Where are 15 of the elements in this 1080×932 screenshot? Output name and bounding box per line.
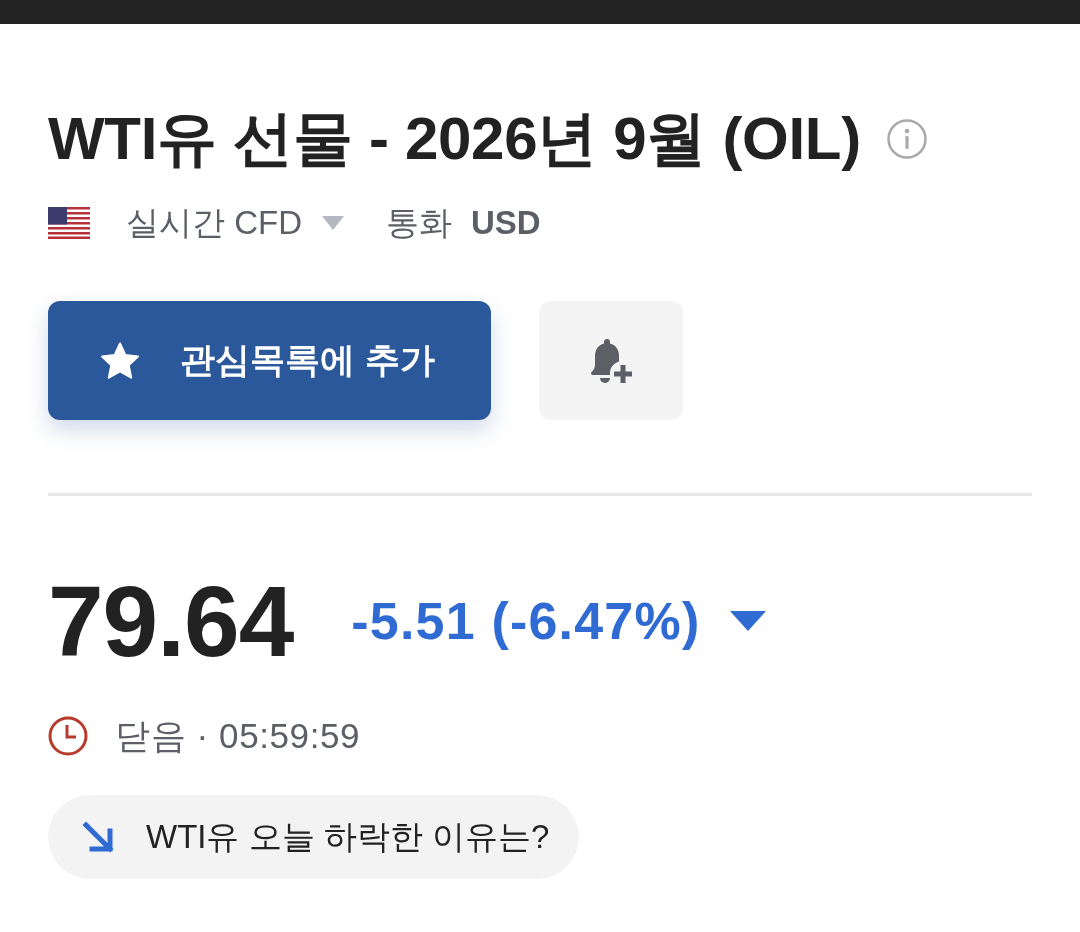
price-value: 79.64 (48, 571, 294, 671)
info-icon[interactable] (886, 119, 927, 159)
caret-icon[interactable] (322, 216, 344, 230)
flag-icon (48, 207, 90, 239)
star-icon (100, 341, 140, 380)
currency-value: USD (471, 204, 541, 242)
add-alert-button[interactable] (539, 301, 683, 420)
insight-link[interactable]: WTI유 오늘 하락한 이유는? (48, 795, 580, 879)
currency-label: 통화 (386, 202, 452, 243)
market-type[interactable]: 실시간 CFD (126, 200, 302, 246)
add-to-watchlist-button[interactable]: 관심목록에 추가 (48, 301, 491, 420)
price-change: -5.51 (-6.47%) (351, 591, 701, 651)
clock-icon (48, 716, 88, 756)
instrument-title: WTI유 선물 - 2026년 9월 (OIL) (48, 104, 861, 174)
market-status: 닫음 · 05:59:59 (115, 714, 361, 757)
